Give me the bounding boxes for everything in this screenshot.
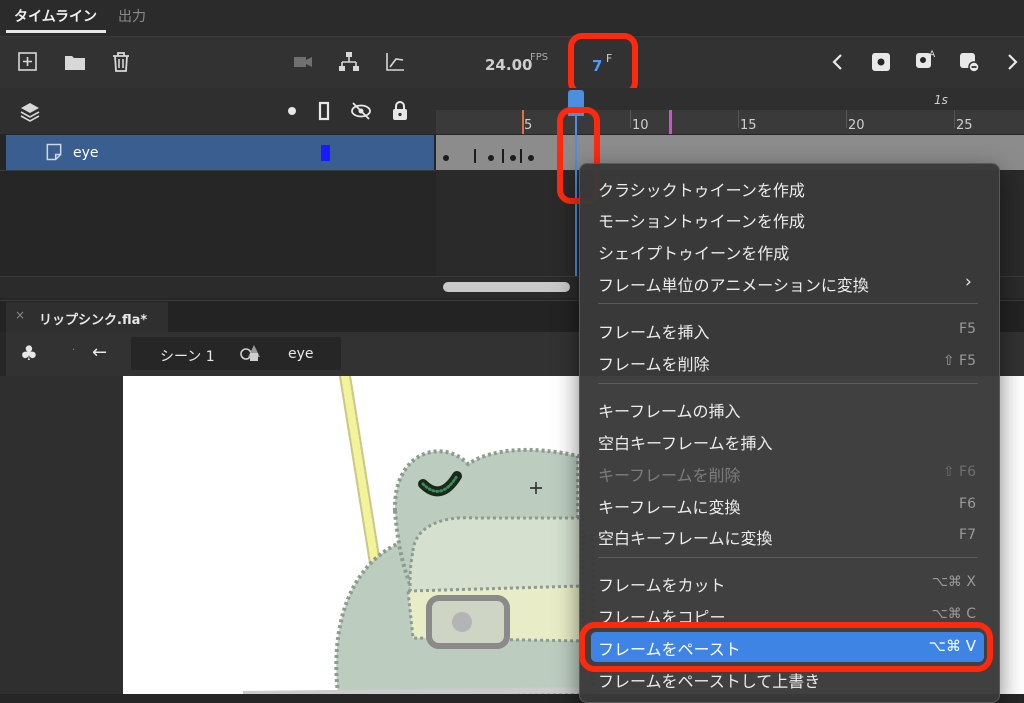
- frame-marker: [669, 110, 672, 134]
- outline-toggle-icon[interactable]: [312, 99, 336, 123]
- layer-type-icon: [44, 142, 64, 162]
- camera-icon[interactable]: [291, 50, 315, 74]
- shortcut-clear-keyframe: ⇧ F6: [942, 464, 976, 480]
- menu-item-paste-and-overwrite-frames[interactable]: フレームをペーストして上書き: [598, 668, 820, 692]
- delete-layer-icon[interactable]: [109, 50, 133, 74]
- shortcut-convert-to-keyframe: F6: [959, 496, 976, 512]
- menu-separator: [598, 383, 978, 384]
- current-frame-label: F: [606, 52, 613, 65]
- shortcut-insert-frame: F5: [959, 321, 976, 337]
- svg-text:A: A: [929, 50, 936, 60]
- submenu-arrow-icon: ›: [965, 272, 972, 292]
- seconds-label: 1s: [934, 93, 948, 107]
- menu-separator: [598, 303, 978, 304]
- back-arrow-icon[interactable]: ←: [92, 342, 107, 363]
- menu-item-insert-keyframe[interactable]: キーフレームの挿入: [598, 398, 741, 422]
- menu-item-insert-blank-keyframe[interactable]: 空白キーフレームを挿入: [598, 430, 773, 454]
- shortcut-copy-frames: ⌥⌘ C: [931, 606, 976, 622]
- menu-item-remove-frames[interactable]: フレームを削除: [598, 351, 710, 375]
- menu-item-convert-to-keyframe[interactable]: キーフレームに変換: [598, 494, 741, 518]
- ruler-label: 25: [956, 118, 973, 133]
- keyframe-dot[interactable]: [443, 155, 449, 161]
- menu-item-create-shape-tween[interactable]: シェイプトゥイーンを作成: [598, 240, 789, 264]
- menu-item-convert-to-blank-keyframe[interactable]: 空白キーフレームに変換: [598, 525, 773, 549]
- layer-color-swatch[interactable]: [321, 145, 330, 161]
- next-frame-icon[interactable]: [1000, 50, 1024, 74]
- layers-icon: [18, 100, 42, 124]
- frame-marker: [522, 110, 524, 134]
- ruler-tick: [846, 110, 847, 128]
- ruler-label: 5: [524, 118, 533, 133]
- club-icon[interactable]: ♣: [20, 341, 38, 365]
- fps-value[interactable]: 24.00: [485, 56, 532, 74]
- breadcrumb-scene[interactable]: シーン 1: [160, 346, 215, 366]
- layer-name[interactable]: eye: [73, 145, 99, 161]
- insert-keyframe-icon[interactable]: [869, 50, 893, 74]
- menu-item-convert-frame-by-frame[interactable]: フレーム単位のアニメーションに変換: [598, 272, 869, 296]
- tab-output[interactable]: 出力: [118, 6, 146, 26]
- breadcrumb-symbol[interactable]: eye: [288, 346, 314, 362]
- shortcut-convert-to-blank-keyframe: F7: [959, 527, 976, 543]
- keyframe-dot[interactable]: [528, 155, 534, 161]
- ruler-tick: [738, 110, 739, 128]
- visibility-toggle-icon[interactable]: [349, 99, 373, 123]
- menu-item-create-motion-tween[interactable]: モーショントゥイーンを作成: [598, 208, 805, 232]
- current-frame-value[interactable]: 7: [592, 57, 602, 75]
- keyframe-dot[interactable]: [488, 155, 494, 161]
- timeline-scroll-thumb[interactable]: [443, 282, 570, 292]
- keyframe-marker: [474, 149, 476, 163]
- layer-list-empty: [0, 170, 436, 276]
- previous-frame-icon[interactable]: [826, 50, 850, 74]
- menu-item-clear-keyframe: キーフレームを削除: [598, 466, 741, 485]
- panel-tab-bar: [0, 0, 1024, 36]
- keyframe-dot[interactable]: [510, 155, 516, 161]
- ruler-tick: [954, 110, 955, 128]
- graph-icon[interactable]: [383, 50, 407, 74]
- document-title[interactable]: リップシンク.fla*: [39, 309, 147, 328]
- ruler-tick: [630, 110, 631, 128]
- keyframe-marker: [520, 149, 522, 163]
- shortcut-cut-frames: ⌥⌘ X: [931, 574, 976, 590]
- menu-separator: [598, 557, 978, 558]
- menu-item-create-classic-tween[interactable]: クラシックトゥイーンを作成: [598, 177, 805, 201]
- close-tab-icon[interactable]: ×: [15, 308, 25, 322]
- ruler-label: 20: [848, 118, 865, 133]
- new-layer-icon[interactable]: [16, 50, 40, 74]
- active-tab-indicator: [6, 30, 106, 33]
- menu-item-insert-frame[interactable]: フレームを挿入: [598, 319, 710, 343]
- menu-item-cut-frames[interactable]: フレームをカット: [598, 572, 726, 596]
- layer-row-eye[interactable]: [6, 135, 434, 170]
- clear-keyframe-icon[interactable]: [957, 50, 981, 74]
- callout-paste-frames: [579, 622, 993, 672]
- separator-dot: ·: [72, 345, 76, 356]
- auto-keyframe-icon[interactable]: A: [913, 48, 937, 72]
- new-folder-icon[interactable]: [63, 50, 87, 74]
- tab-timeline[interactable]: タイムライン: [14, 6, 97, 26]
- keyframe-marker: [502, 149, 504, 163]
- symbol-icon: [238, 341, 262, 365]
- lock-icon[interactable]: [388, 99, 412, 123]
- ruler-label: 15: [740, 118, 757, 133]
- ruler-label: 10: [632, 118, 649, 133]
- shortcut-remove-frames: ⇧ F5: [942, 353, 976, 369]
- fps-label: FPS: [530, 52, 549, 63]
- layer-parenting-icon[interactable]: [337, 50, 361, 74]
- highlight-toggle-icon[interactable]: [288, 107, 296, 115]
- callout-frame-number: [568, 33, 638, 96]
